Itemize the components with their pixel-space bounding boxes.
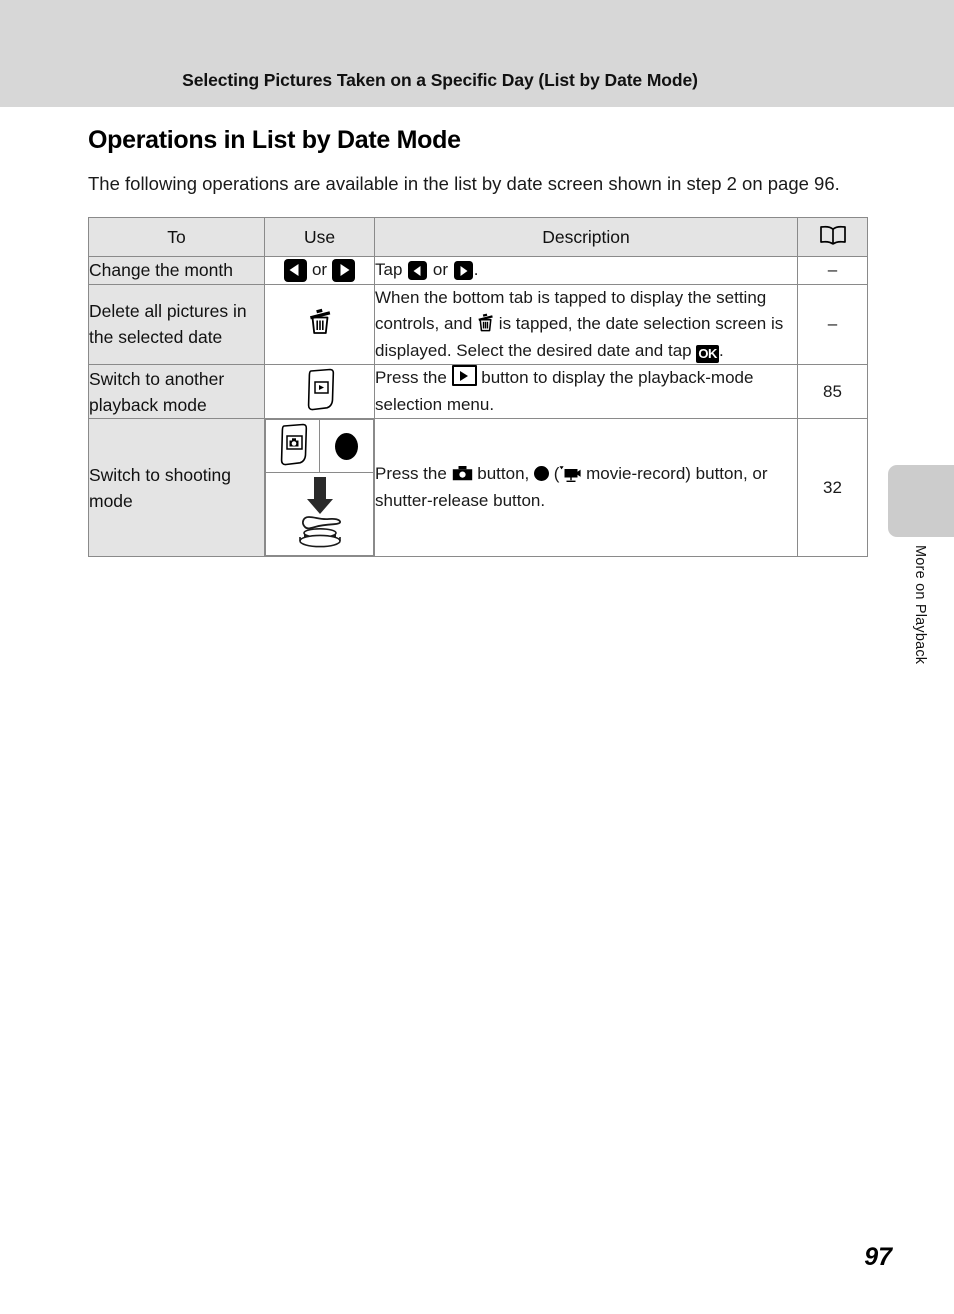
- desc-text-segment: Tap: [375, 260, 408, 279]
- left-arrow-button-icon: [408, 261, 428, 281]
- row-description-delete-pictures: When the bottom tab is tapped to display…: [374, 283, 798, 366]
- table-row: Switch to another playback mode Press th…: [88, 364, 868, 420]
- row-label-delete-pictures: Delete all pictures in the selected date: [88, 283, 265, 366]
- desc-text-segment: (: [548, 464, 560, 484]
- trash-can-icon: [308, 308, 332, 340]
- shutter-release-cell: [265, 472, 374, 557]
- playback-button-icon: [303, 367, 337, 416]
- desc-text-segment: .: [719, 340, 724, 360]
- page-content: Operations in List by Date Mode The foll…: [88, 107, 870, 558]
- camera-mode-button-cell: [265, 419, 320, 474]
- desc-text-segment: button,: [472, 464, 534, 484]
- movie-record-button-cell: [319, 419, 374, 474]
- side-tab-marker: [888, 465, 954, 537]
- use-icon-split-grid: [265, 419, 374, 557]
- operations-table: To Use Description Change the month or T…: [88, 217, 868, 558]
- row-reference-switch-shooting: 32: [797, 418, 868, 558]
- column-header-to: To: [88, 217, 265, 257]
- shutter-release-press-icon: [291, 475, 349, 554]
- row-use-switch-shooting: [264, 418, 375, 558]
- trash-can-icon: [477, 311, 494, 338]
- page-title: Operations in List by Date Mode: [88, 126, 461, 154]
- column-header-use: Use: [264, 217, 375, 257]
- running-header-band: Selecting Pictures Taken on a Specific D…: [0, 0, 954, 107]
- row-use-switch-playback: [264, 364, 375, 420]
- running-header-title: Selecting Pictures Taken on a Specific D…: [182, 70, 698, 90]
- table-row: Switch to shooting mode Press the button…: [88, 418, 868, 558]
- table-row: Change the month or Tap or . –: [88, 256, 868, 285]
- row-use-change-month: or: [264, 256, 375, 285]
- side-tab-label: More on Playback: [912, 545, 928, 665]
- row-label-change-month: Change the month: [88, 256, 265, 285]
- row-reference-switch-playback: 85: [797, 364, 868, 420]
- camera-button-icon: [452, 461, 473, 488]
- table-row: Delete all pictures in the selected date: [88, 283, 868, 366]
- row-use-delete-pictures: [264, 283, 375, 366]
- desc-text-segment: Press the: [375, 464, 452, 484]
- use-connector-or: or: [311, 260, 328, 280]
- intro-paragraph: The following operations are available i…: [88, 173, 840, 194]
- playback-button-icon: [451, 365, 477, 387]
- page-number: 97: [864, 1243, 892, 1271]
- right-arrow-button-icon: [332, 258, 356, 282]
- column-header-description: Description: [374, 217, 798, 257]
- ok-button-icon: OK: [696, 344, 720, 363]
- desc-text-segment: .: [473, 260, 479, 279]
- camera-mode-button-icon: [276, 422, 310, 471]
- record-dot-icon: [533, 466, 549, 482]
- row-label-switch-playback: Switch to another playback mode: [88, 364, 265, 420]
- movie-record-button-icon: [335, 432, 358, 460]
- row-description-switch-shooting: Press the button, ( movie-record) button…: [374, 418, 798, 558]
- desc-text-segment: or: [428, 260, 453, 279]
- left-arrow-button-icon: [283, 258, 307, 282]
- column-header-reference: [797, 217, 868, 257]
- row-reference-delete-pictures: –: [797, 283, 868, 366]
- movie-camera-icon: [559, 461, 581, 488]
- row-description-switch-playback: Press the button to display the playback…: [374, 364, 798, 420]
- row-label-switch-shooting: Switch to shooting mode: [88, 418, 265, 558]
- row-reference-change-month: –: [797, 256, 868, 285]
- right-arrow-button-icon: [453, 261, 473, 281]
- table-header-row: To Use Description: [88, 217, 868, 257]
- desc-text-segment: Press the: [375, 368, 452, 388]
- row-description-change-month: Tap or .: [374, 256, 798, 285]
- open-book-icon: [819, 225, 847, 250]
